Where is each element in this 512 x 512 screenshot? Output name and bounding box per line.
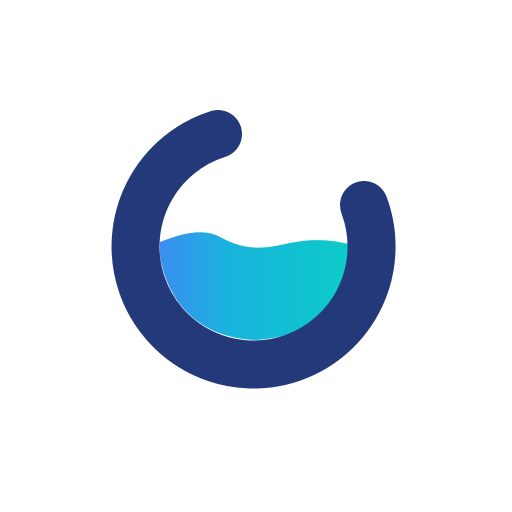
app-icon-canvas <box>0 0 512 512</box>
water-ring-logo-icon <box>111 110 396 389</box>
